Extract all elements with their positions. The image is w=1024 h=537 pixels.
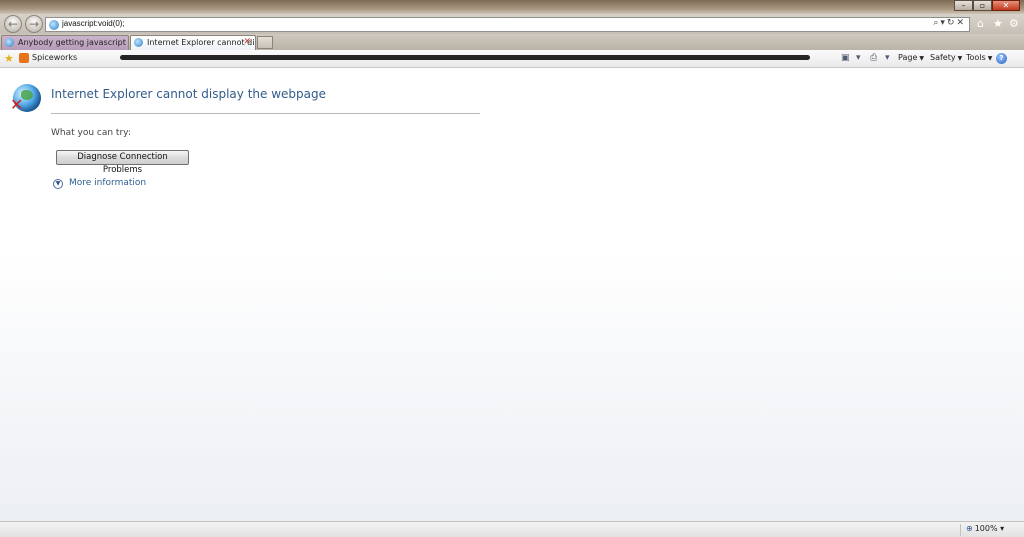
address-actions: ⌕▾↻✕ [933,18,966,28]
stop-icon[interactable]: ✕ [956,18,966,28]
favorite-spiceworks[interactable]: Spiceworks [32,53,77,62]
dropdown-arrow-icon[interactable]: ▾ [856,53,861,63]
favorites-bar: ★ Spiceworks ▣ ▾ ⎙ ▾ Page ▼ Safety ▼ Tools… [0,50,1024,68]
tab-label: Anybody getting javascript err... [18,38,128,47]
page-content: ✕ Internet Explorer cannot display the w… [0,69,1024,521]
window-title-bar: – ▫ ✕ [0,0,1024,14]
page-menu-label: Page [898,53,918,62]
safety-menu[interactable]: Safety ▼ [930,53,962,62]
chevron-down-icon: ▼ [987,55,993,62]
diagnose-connection-button[interactable]: Diagnose Connection Problems [56,150,189,175]
title-divider [51,113,480,114]
navigation-bar: ← → javascript:void(0); ⌕▾↻✕ ⌂ ★ ⚙ [0,14,1024,34]
tab-bar: Anybody getting javascript err... Intern… [0,34,1024,50]
star-icon[interactable]: ★ [993,17,1003,30]
address-bar[interactable]: javascript:void(0); ⌕▾↻✕ [45,17,970,32]
forward-arrow-icon: → [28,17,40,31]
tab-javascript-error[interactable]: Anybody getting javascript err... [1,35,129,50]
gear-icon[interactable]: ⚙ [1009,17,1019,30]
tab-favicon-icon [5,38,14,47]
status-divider [960,524,961,536]
tools-menu-label: Tools [966,53,986,62]
page-favicon-icon [49,20,59,30]
what-you-can-try-label: What you can try: [51,128,131,138]
zoom-control[interactable]: ⊕ 100% ▾ [966,524,1004,533]
chevron-down-icon: ▾ [1000,524,1005,533]
home-icon[interactable]: ⌂ [977,17,984,30]
minimize-button[interactable]: – [954,0,973,11]
help-icon[interactable]: ? [996,53,1007,64]
zoom-level: 100% [974,524,998,533]
new-tab-button[interactable] [257,36,273,49]
forward-button[interactable]: → [25,15,43,33]
back-button[interactable]: ← [4,15,22,33]
tab-cannot-display[interactable]: Internet Explorer cannot dis... ✕ [130,35,256,50]
favorites-star-icon[interactable]: ★ [4,52,14,65]
chevron-down-icon: ▼ [957,55,963,62]
zoom-icon: ⊕ [966,524,973,533]
rss-feed-icon[interactable]: ▣ [841,53,850,63]
close-tab-icon[interactable]: ✕ [243,37,251,47]
tab-favicon-icon [134,38,143,47]
status-bar: ⊕ 100% ▾ [0,521,1024,537]
back-arrow-icon: ← [7,17,19,31]
dropdown-arrow-icon[interactable]: ▾ [885,53,890,63]
redaction-mark [120,55,810,60]
print-icon[interactable]: ⎙ [870,53,877,63]
more-information-link[interactable]: More information [69,178,146,188]
chevron-down-icon: ▼ [919,55,924,62]
window-controls: – ▫ ✕ [954,0,1020,11]
tools-menu[interactable]: Tools ▼ [966,53,992,62]
error-x-icon: ✕ [10,95,24,114]
tab-label: Internet Explorer cannot dis... [147,38,256,47]
close-window-button[interactable]: ✕ [992,0,1020,11]
page-menu[interactable]: Page ▼ [898,53,924,62]
safety-menu-label: Safety [930,53,956,62]
expand-chevron-icon[interactable]: ▼ [53,179,63,189]
maximize-button[interactable]: ▫ [973,0,992,11]
error-title: Internet Explorer cannot display the web… [51,87,326,101]
spiceworks-icon [19,53,29,63]
address-url[interactable]: javascript:void(0); [62,19,125,28]
